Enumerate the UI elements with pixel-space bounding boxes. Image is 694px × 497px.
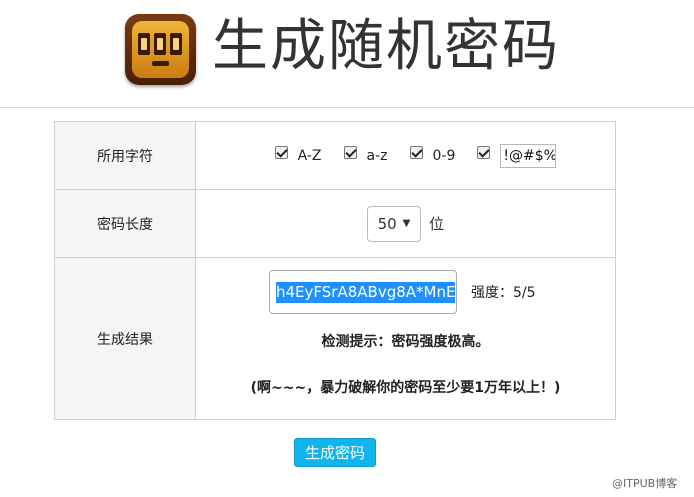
chars-cell: A-Z a-z 0-9 !@#$% xyxy=(195,121,616,190)
chevron-down-icon: ▼ xyxy=(402,218,411,229)
result-text: h4EyFSrA8ABvg8A*MnE xyxy=(276,281,456,303)
lowercase-checkbox[interactable] xyxy=(343,146,357,159)
digits-label: 0-9 xyxy=(432,147,456,164)
chars-label: 所用字符 xyxy=(54,121,196,190)
special-chars-input[interactable]: !@#$% xyxy=(500,143,557,168)
length-value: 50 xyxy=(377,214,397,233)
option-digits: 0-9 xyxy=(409,146,456,164)
result-label: 生成结果 xyxy=(54,257,196,420)
option-uppercase: A-Z xyxy=(274,146,322,164)
result-cell: h4EyFSrA8ABvg8A*MnE 强度：5/5 检测提示：密码强度极高。 … xyxy=(195,257,616,420)
result-output[interactable]: h4EyFSrA8ABvg8A*MnE xyxy=(269,270,457,314)
length-select[interactable]: 50 ▼ xyxy=(366,205,421,242)
page: 生成随机密码 所用字符 A-Z a-z 0-9 !@#$% 密码长度 50 ▼ … xyxy=(0,0,694,497)
digits-checkbox[interactable] xyxy=(409,146,423,159)
special-checkbox[interactable] xyxy=(477,146,491,159)
uppercase-checkbox[interactable] xyxy=(274,146,288,159)
length-cell: 50 ▼ 位 xyxy=(195,189,616,258)
brute-force-note: (啊~~~，暴力破解你的密码至少要1万年以上！) xyxy=(250,380,561,396)
page-title: 生成随机密码 xyxy=(212,14,560,79)
strength-text: 强度：5/5 xyxy=(471,285,536,301)
header: 生成随机密码 xyxy=(0,0,694,108)
length-label: 密码长度 xyxy=(54,189,196,258)
option-special: !@#$% xyxy=(477,143,557,168)
watermark: @ITPUB博客 xyxy=(612,477,678,490)
slot-machine-icon xyxy=(125,14,196,85)
generate-button[interactable]: 生成密码 xyxy=(294,438,376,467)
lowercase-label: a-z xyxy=(366,147,388,164)
option-lowercase: a-z xyxy=(343,146,388,164)
length-unit: 位 xyxy=(428,215,444,233)
uppercase-label: A-Z xyxy=(297,147,322,164)
password-form: 所用字符 A-Z a-z 0-9 !@#$% 密码长度 50 ▼ 位 生成结果 … xyxy=(54,121,616,420)
strength-hint: 检测提示：密码强度极高。 xyxy=(321,334,490,350)
